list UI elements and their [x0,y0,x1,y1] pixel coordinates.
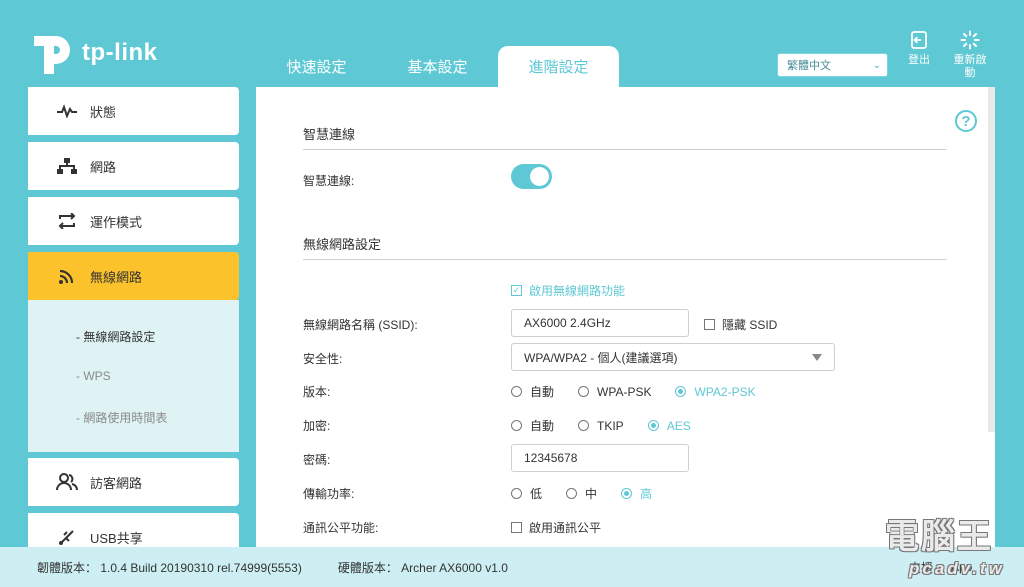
smart-connect-section-title: 智慧連線 [303,127,356,142]
fairness-checkbox[interactable]: 啟用通訊公平 [511,519,601,536]
usb-icon [54,528,80,546]
security-label: 安全性: [303,352,343,366]
mode-switch-icon [54,213,80,229]
security-value: WPA/WPA2 - 個人(建議選項) [524,350,678,365]
security-select[interactable]: WPA/WPA2 - 個人(建議選項) [511,343,835,371]
network-icon [54,158,80,174]
encryption-tkip-radio[interactable]: TKIP [578,419,624,433]
dropdown-arrow-icon [812,353,822,361]
guest-users-icon [54,473,80,491]
tx-power-high-radio[interactable]: 高 [621,485,652,502]
tx-power-radio-group: 低 中 高 [511,485,676,502]
fairness-label: 通訊公平功能: [303,521,379,535]
submenu-wps[interactable]: - WPS [76,369,111,383]
tab-basic[interactable]: 基本設定 [377,46,498,87]
help-icon[interactable]: ? [955,110,977,132]
watermark-line1: 電腦王 [885,518,993,556]
reboot-label: 重新啟動 [953,54,987,79]
tab-advanced[interactable]: 進階設定 [498,46,619,87]
main-panel: ? 智慧連線 智慧連線: 無線網路設定 ✓ 啟用無線網路功能 無線網路名稱 (S… [256,87,995,547]
ssid-input[interactable]: AX6000 2.4GHz [511,309,689,337]
sidebar-item-label: 無線網路 [90,269,143,285]
language-select[interactable]: 繁體中文 ⌄ [777,53,888,77]
logout-icon [911,31,927,49]
divider [303,149,947,150]
logout-label: 登出 [908,54,930,66]
ssid-label: 無線網路名稱 (SSID): [303,318,418,332]
wifi-icon [54,267,80,285]
logout-button[interactable]: 登出 [906,30,932,67]
sidebar-item-wireless[interactable]: 無線網路 [28,252,239,300]
sidebar-item-status[interactable]: 狀態 [28,87,239,135]
chevron-down-icon: ⌄ [872,59,881,71]
watermark-logo: 電腦王 pcadv.tw [885,518,1002,577]
enable-wireless-checkbox[interactable]: ✓ 啟用無線網路功能 [511,282,625,299]
password-label: 密碼: [303,453,331,467]
sidebar-item-guest-network[interactable]: 訪客網路 [28,458,239,506]
divider [303,259,947,260]
version-radio-group: 自動 WPA-PSK WPA2-PSK [511,383,780,400]
fairness-checkbox-label: 啟用通訊公平 [529,521,602,535]
wireless-submenu: - 無線網路設定 - WPS - 網路使用時間表 [28,300,239,452]
encryption-radio-group: 自動 TKIP AES [511,417,715,434]
smart-connect-toggle[interactable] [511,164,552,189]
version-auto-radio[interactable]: 自動 [511,383,554,400]
encryption-auto-radio[interactable]: 自動 [511,417,554,434]
submenu-schedule[interactable]: - 網路使用時間表 [76,409,167,426]
sidebar-item-label: 狀態 [90,104,117,120]
tab-quick-setup[interactable]: 快速設定 [256,46,377,87]
version-label: 版本: [303,385,331,399]
tx-power-low-radio[interactable]: 低 [511,485,542,502]
hide-ssid-checkbox[interactable]: 隱藏 SSID [704,316,777,333]
submenu-wireless-settings[interactable]: - 無線網路設定 [76,328,155,345]
pulse-icon [54,104,80,118]
footer: 韌體版本： 1.0.4 Build 20190310 rel.74999(555… [0,547,1024,587]
tx-power-label: 傳輸功率: [303,487,355,501]
firmware-version: 韌體版本： 1.0.4 Build 20190310 rel.74999(555… [37,560,302,575]
language-value: 繁體中文 [787,60,831,72]
version-wpa-psk-radio[interactable]: WPA-PSK [578,385,651,399]
encryption-aes-radio[interactable]: AES [647,419,691,433]
smart-connect-label: 智慧連線: [303,174,355,188]
version-wpa2-psk-radio[interactable]: WPA2-PSK [675,385,756,399]
tp-link-logo-mark [34,36,70,74]
logo-text: tp-link [82,39,158,66]
top-tabs: 快速設定 基本設定 進階設定 [256,46,619,87]
sidebar-item-label: 運作模式 [90,214,143,230]
sidebar-item-operation-mode[interactable]: 運作模式 [28,197,239,245]
sidebar-item-label: 訪客網路 [90,475,143,491]
tp-link-logo: tp-link [28,30,158,76]
tx-power-mid-radio[interactable]: 中 [566,485,597,502]
main-scrollbar[interactable] [988,87,995,432]
reboot-button[interactable]: 重新啟動 [950,30,990,80]
reboot-icon [960,30,980,50]
sidebar-item-network[interactable]: 網路 [28,142,239,190]
hide-ssid-label: 隱藏 SSID [722,318,778,332]
check-icon: ✓ [511,285,522,296]
hardware-version: 硬體版本： Archer AX6000 v1.0 [337,560,508,575]
enable-wireless-label: 啟用無線網路功能 [529,284,626,298]
sidebar-item-label: 網路 [90,159,117,175]
password-input[interactable]: 12345678 [511,444,689,472]
sidebar-item-label: USB共享 [90,530,143,546]
watermark-line2: pcadv.tw [909,559,1005,578]
wireless-section-title: 無線網路設定 [303,237,382,252]
encryption-label: 加密: [303,419,331,433]
